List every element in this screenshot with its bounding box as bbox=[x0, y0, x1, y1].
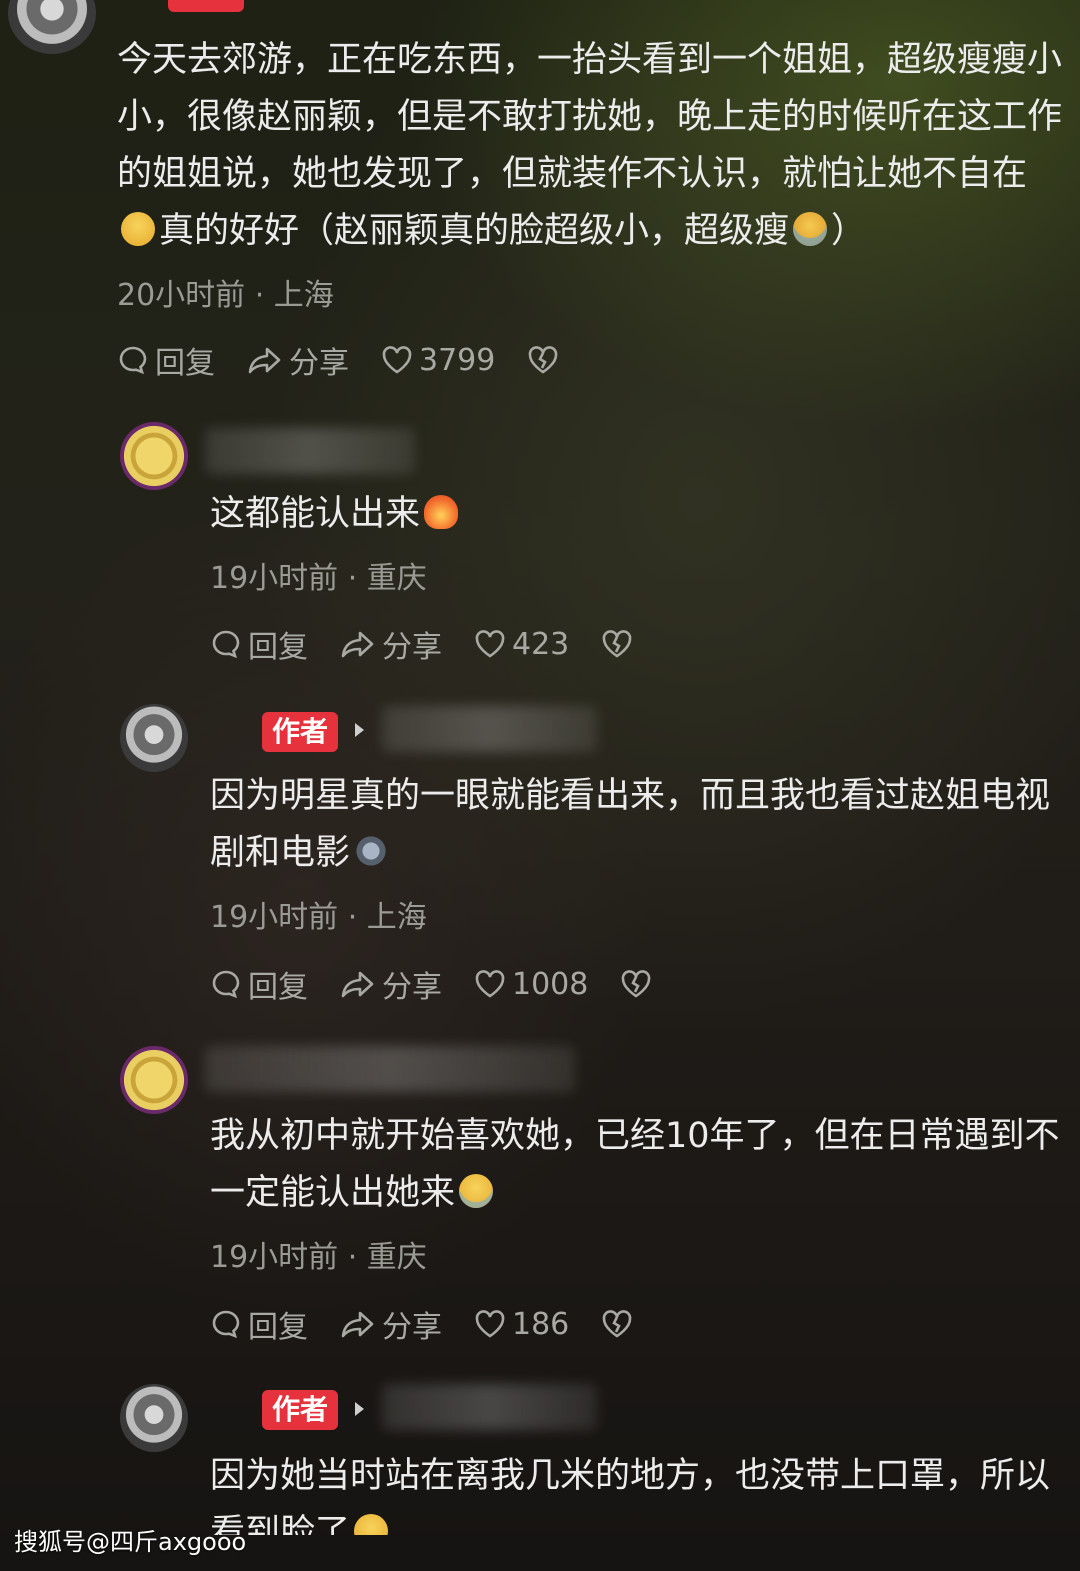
heart-icon bbox=[475, 1310, 505, 1338]
reply-label: 回复 bbox=[248, 630, 308, 665]
username-blurred[interactable] bbox=[382, 1384, 597, 1430]
reply-button[interactable]: 回复 bbox=[117, 338, 215, 382]
reply-label: 回复 bbox=[248, 1310, 308, 1345]
comment-actions: 回复 分享 186 bbox=[210, 1302, 671, 1346]
like-button[interactable]: 3799 bbox=[381, 343, 495, 378]
reply-bubble-icon bbox=[212, 630, 240, 659]
reply-bubble-icon bbox=[212, 1310, 240, 1339]
heart-icon bbox=[475, 970, 505, 998]
comment-meta: 19小时前 · 重庆 bbox=[210, 1240, 427, 1275]
username-blurred[interactable] bbox=[382, 706, 597, 752]
comment-meta: 19小时前 · 上海 bbox=[210, 900, 427, 935]
comment-actions: 回复 分享 1008 bbox=[210, 962, 690, 1006]
share-button[interactable]: 分享 bbox=[340, 622, 442, 666]
comment-text-line: 真的好好（赵丽颖真的脸超级小，超级瘦 ） bbox=[117, 203, 866, 260]
dislike-button[interactable] bbox=[601, 1308, 639, 1340]
smile-emoji-icon bbox=[121, 212, 155, 246]
comment-text-fragment: 一定能认出她来 bbox=[210, 1173, 456, 1213]
avatar[interactable] bbox=[120, 1046, 188, 1114]
comment-text-fragment: ） bbox=[831, 211, 867, 251]
dislike-button[interactable] bbox=[620, 968, 658, 1000]
share-arrow-icon bbox=[341, 631, 374, 658]
reply-to-caret-icon bbox=[355, 1402, 364, 1416]
laughing-emoji-icon bbox=[459, 1174, 494, 1208]
comment-text-line: 因为她当时站在离我几米的地方，也没带上口罩，所以 bbox=[210, 1456, 1051, 1496]
avatar[interactable] bbox=[120, 704, 188, 772]
broken-heart-icon bbox=[529, 346, 558, 374]
like-count: 3799 bbox=[419, 342, 496, 378]
eye-emoji-icon bbox=[354, 834, 389, 868]
share-arrow-icon bbox=[248, 347, 281, 374]
share-label: 分享 bbox=[382, 1310, 442, 1345]
comment-meta: 20小时前 · 上海 bbox=[117, 278, 334, 313]
comment-text-fragment: 这都能认出来 bbox=[210, 494, 421, 534]
comment-text-line: 我从初中就开始喜欢她，已经10年了，但在日常遇到不 bbox=[210, 1116, 1060, 1156]
reply-bubble-icon bbox=[212, 970, 240, 999]
comment-text-line: 这都能认出来 bbox=[210, 486, 462, 543]
thumbs-up-emoji-icon bbox=[424, 495, 459, 529]
broken-heart-icon bbox=[622, 970, 651, 998]
share-arrow-icon bbox=[341, 971, 374, 998]
reply-label: 回复 bbox=[248, 970, 308, 1005]
share-label: 分享 bbox=[289, 346, 349, 381]
reply-button[interactable]: 回复 bbox=[210, 962, 308, 1006]
smile-emoji-icon bbox=[354, 1514, 389, 1535]
comment-actions: 回复 分享 423 bbox=[210, 622, 671, 666]
share-label: 分享 bbox=[382, 970, 442, 1005]
reply-to-caret-icon bbox=[355, 723, 364, 737]
like-count: 1008 bbox=[512, 966, 589, 1002]
comment-text-line: 因为明星真的一眼就能看出来，而且我也看过赵姐电视 bbox=[210, 776, 1051, 816]
author-badge: 作者 bbox=[262, 1390, 339, 1430]
share-label: 分享 bbox=[382, 630, 442, 665]
broken-heart-icon bbox=[602, 630, 632, 658]
heart-icon bbox=[382, 346, 412, 374]
comment-text-fragment: 剧和电影 bbox=[210, 833, 351, 873]
reply-bubble-icon bbox=[119, 346, 147, 375]
comment-text-line: 剧和电影 bbox=[210, 825, 392, 882]
comment-text-line: 一定能认出她来 bbox=[210, 1165, 497, 1222]
like-button[interactable]: 186 bbox=[474, 1307, 569, 1342]
comment-actions: 回复 分享 3799 bbox=[117, 338, 597, 382]
avatar[interactable] bbox=[8, 0, 96, 54]
share-arrow-icon bbox=[341, 1311, 374, 1338]
share-button[interactable]: 分享 bbox=[340, 1302, 442, 1346]
avatar[interactable] bbox=[120, 1384, 188, 1452]
reply-button[interactable]: 回复 bbox=[210, 622, 308, 666]
author-badge bbox=[168, 0, 244, 12]
reply-button[interactable]: 回复 bbox=[210, 1302, 308, 1346]
heart-icon bbox=[475, 630, 505, 658]
comment-meta: 19小时前 · 重庆 bbox=[210, 561, 427, 596]
dislike-button[interactable] bbox=[601, 628, 639, 660]
like-count: 186 bbox=[512, 1306, 570, 1342]
username-blurred[interactable] bbox=[205, 428, 415, 474]
watermark: 搜狐号@四斤axgooo bbox=[14, 1528, 247, 1556]
comment-text-line: 小，很像赵丽颖，但是不敢打扰她，晚上走的时候听在这工作 bbox=[117, 97, 1063, 137]
reply-label: 回复 bbox=[155, 346, 215, 381]
like-count: 423 bbox=[512, 626, 570, 662]
share-button[interactable]: 分享 bbox=[340, 962, 442, 1006]
like-button[interactable]: 1008 bbox=[474, 967, 588, 1002]
dislike-button[interactable] bbox=[527, 344, 565, 376]
broken-heart-icon bbox=[602, 1310, 632, 1338]
comment-text-line: 今天去郊游，正在吃东西，一抬头看到一个姐姐，超级瘦瘦小 bbox=[117, 40, 1063, 80]
like-button[interactable]: 423 bbox=[474, 627, 569, 662]
username-blurred[interactable] bbox=[205, 1046, 575, 1092]
comment-text-fragment: 真的好好（赵丽颖真的脸超级小，超级瘦 bbox=[159, 211, 790, 251]
author-badge: 作者 bbox=[262, 712, 339, 752]
crying-emoji-icon bbox=[793, 212, 828, 246]
share-button[interactable]: 分享 bbox=[247, 338, 349, 382]
avatar[interactable] bbox=[120, 422, 188, 490]
comment-text-line: 的姐姐说，她也发现了，但就装作不认识，就怕让她不自在 bbox=[117, 154, 1028, 194]
